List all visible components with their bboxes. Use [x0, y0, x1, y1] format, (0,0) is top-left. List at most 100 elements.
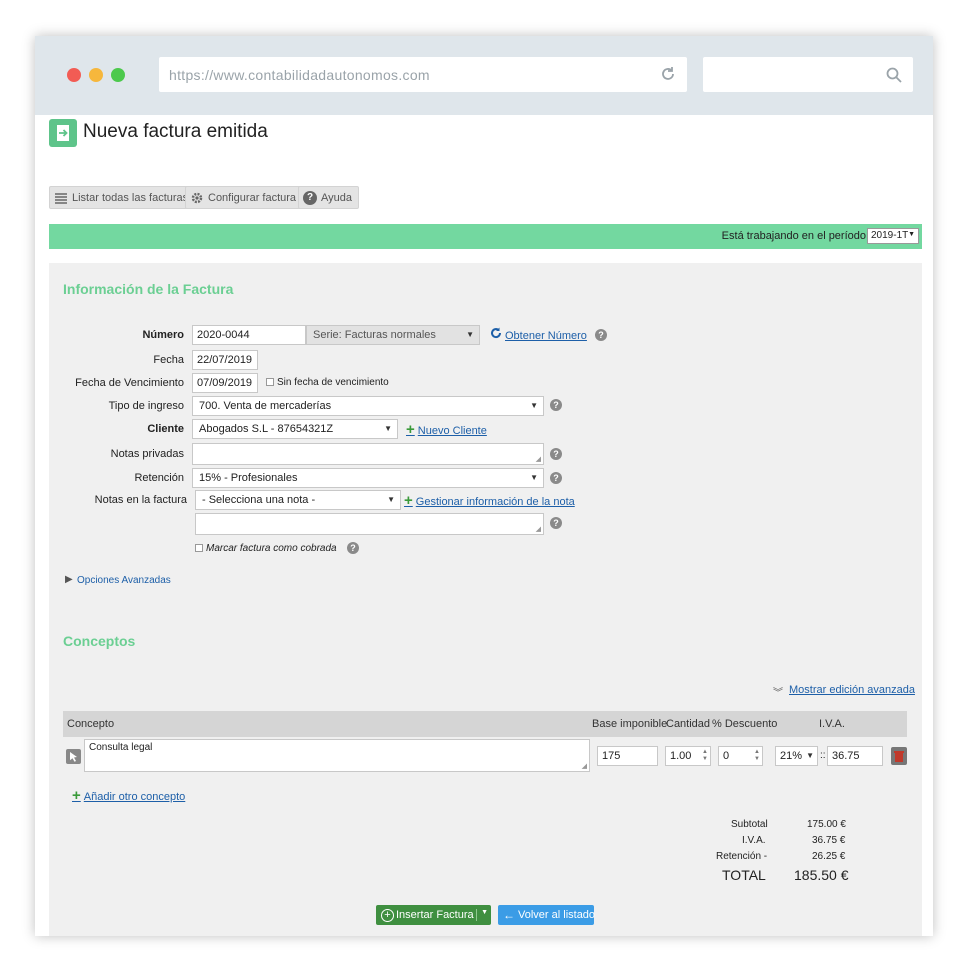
add-concept-link[interactable]: + Añadir otro concepto	[72, 787, 185, 804]
help-icon[interactable]: ?	[550, 517, 562, 529]
info-section-title: Información de la Factura	[63, 281, 234, 297]
help-icon[interactable]: ?	[595, 329, 607, 341]
descuento-value: 0	[723, 750, 730, 762]
delete-button[interactable]	[891, 747, 907, 765]
header-cantidad: Cantidad	[666, 718, 711, 730]
caret-down-icon: ▼	[530, 473, 538, 482]
serie-value: Serie: Facturas normales	[313, 329, 436, 341]
gestionar-nota-label: Gestionar información de la nota	[415, 496, 575, 508]
caret-down-icon: ▼	[387, 495, 395, 504]
minimize-window-button[interactable]	[89, 68, 103, 82]
fecha-input[interactable]: 22/07/2019	[192, 350, 258, 370]
retencion-label: Retención	[134, 472, 184, 484]
caret-right-icon[interactable]: ▶	[65, 574, 73, 585]
period-label: Está trabajando en el período	[721, 230, 866, 242]
help-icon[interactable]: ?	[550, 399, 562, 411]
vencimiento-input[interactable]: 07/09/2019	[192, 373, 258, 393]
stepper-icon[interactable]: ▲ ▼	[702, 749, 708, 763]
base-input[interactable]: 175	[597, 746, 658, 766]
cobrada-label: Marcar factura como cobrada	[206, 543, 337, 554]
double-chevron-down-icon[interactable]: ︾	[773, 684, 783, 699]
subtotal-value: 175.00 €	[807, 819, 846, 830]
retencion-select[interactable]: 15% - Profesionales ▼	[192, 468, 544, 488]
invoice-out-icon	[49, 119, 77, 147]
total-value: 185.50 €	[794, 867, 849, 883]
opciones-avanzadas-link[interactable]: Opciones Avanzadas	[77, 575, 171, 586]
cantidad-input[interactable]: 1.00 ▲ ▼	[665, 746, 711, 766]
tipo-ingreso-select[interactable]: 700. Venta de mercaderías ▼	[192, 396, 544, 416]
tipo-ingreso-value: 700. Venta de mercaderías	[199, 400, 332, 412]
refresh-icon[interactable]	[490, 327, 502, 339]
period-select[interactable]: 2019-1T ▼	[867, 228, 919, 244]
insert-invoice-label: Insertar Factura	[396, 909, 474, 921]
resize-handle-icon[interactable]: ◢	[582, 762, 587, 770]
period-bar: Está trabajando en el período 2019-1T ▼	[49, 224, 922, 249]
conceptos-section-title: Conceptos	[63, 633, 136, 649]
help-icon[interactable]: ?	[550, 448, 562, 460]
address-url: https://www.contabilidadautonomos.com	[169, 67, 430, 83]
iva-total-label: I.V.A.	[742, 835, 766, 846]
cantidad-value: 1.00	[670, 750, 692, 762]
notas-privadas-textarea[interactable]: ◢	[192, 443, 544, 465]
help-label: Ayuda	[321, 191, 352, 204]
cursor-edit-icon[interactable]	[66, 749, 81, 764]
mostrar-edicion-link[interactable]: Mostrar edición avanzada	[789, 684, 915, 696]
plus-icon: +	[404, 492, 413, 509]
browser-search-bar[interactable]	[703, 57, 913, 92]
serie-select[interactable]: Serie: Facturas normales ▼	[306, 325, 480, 345]
sin-fecha-checkbox[interactable]	[266, 378, 274, 386]
address-bar[interactable]: https://www.contabilidadautonomos.com	[159, 57, 687, 92]
reload-icon[interactable]	[659, 65, 677, 83]
header-iva: I.V.A.	[819, 718, 845, 730]
header-descuento: % Descuento	[712, 718, 778, 730]
configure-invoice-button[interactable]: Configurar factura	[185, 186, 304, 209]
back-to-list-label: Volver al listado	[518, 909, 596, 921]
trash-icon	[894, 751, 904, 762]
nuevo-cliente-link[interactable]: + Nuevo Cliente	[406, 421, 487, 438]
obtener-numero-link[interactable]: Obtener Número	[505, 330, 587, 342]
notas-factura-select-value: - Selecciona una nota -	[202, 494, 316, 506]
iva-rate-value: 21%	[780, 750, 803, 762]
insert-invoice-button[interactable]: + Insertar Factura ▼	[376, 905, 491, 925]
search-icon[interactable]	[885, 66, 903, 84]
caret-down-icon[interactable]: ▼	[806, 751, 814, 760]
browser-chrome: https://www.contabilidadautonomos.com	[35, 36, 933, 115]
numero-input[interactable]: 2020-0044	[192, 325, 306, 345]
vencimiento-label: Fecha de Vencimiento	[75, 377, 184, 389]
list-invoices-button[interactable]: Listar todas las facturas	[49, 186, 196, 209]
plus-icon: +	[406, 421, 415, 438]
fecha-label: Fecha	[153, 354, 184, 366]
close-window-button[interactable]	[67, 68, 81, 82]
maximize-window-button[interactable]	[111, 68, 125, 82]
help-icon[interactable]: ?	[550, 472, 562, 484]
list-invoices-label: Listar todas las facturas	[72, 191, 189, 204]
invoice-form-panel: Información de la Factura Número 2020-00…	[49, 263, 922, 936]
resize-handle-icon[interactable]: ◢	[536, 525, 541, 533]
iva-amount-input[interactable]: 36.75	[827, 746, 883, 766]
caret-down-icon[interactable]: ▼	[481, 909, 488, 916]
sin-fecha-label: Sin fecha de vencimiento	[277, 377, 389, 388]
back-to-list-button[interactable]: ← Volver al listado	[498, 905, 596, 925]
cliente-label: Cliente	[147, 423, 184, 435]
conceptos-table-header: Concepto Base imponible Cantidad % Descu…	[63, 711, 907, 737]
add-circle-icon: +	[381, 908, 394, 922]
nuevo-cliente-label: Nuevo Cliente	[417, 425, 487, 437]
stepper-icon[interactable]: ▲ ▼	[754, 749, 760, 763]
gestionar-nota-link[interactable]: + Gestionar información de la nota	[404, 492, 575, 509]
help-button[interactable]: ? Ayuda	[298, 186, 359, 209]
notas-factura-select[interactable]: - Selecciona una nota - ▼	[195, 490, 401, 510]
notas-factura-textarea[interactable]: ◢	[195, 513, 544, 535]
add-concept-label: Añadir otro concepto	[83, 791, 186, 803]
iva-rate-select[interactable]: 21% ▼	[775, 746, 818, 766]
help-icon[interactable]: ?	[347, 542, 359, 554]
retencion-total-label: Retención -	[716, 851, 768, 862]
descuento-input[interactable]: 0 ▲ ▼	[718, 746, 763, 766]
concepto-textarea[interactable]: Consulta legal ◢	[84, 739, 590, 772]
caret-down-icon: ▼	[908, 231, 915, 238]
tipo-ingreso-label: Tipo de ingreso	[108, 400, 184, 412]
resize-handle-icon[interactable]: ◢	[536, 455, 541, 463]
page-title: Nueva factura emitida	[83, 121, 268, 142]
cliente-select[interactable]: Abogados S.L - 87654321Z ▼	[192, 419, 398, 439]
cobrada-checkbox[interactable]	[195, 544, 203, 552]
page-content: Nueva factura emitida Listar todas las f…	[35, 115, 933, 936]
